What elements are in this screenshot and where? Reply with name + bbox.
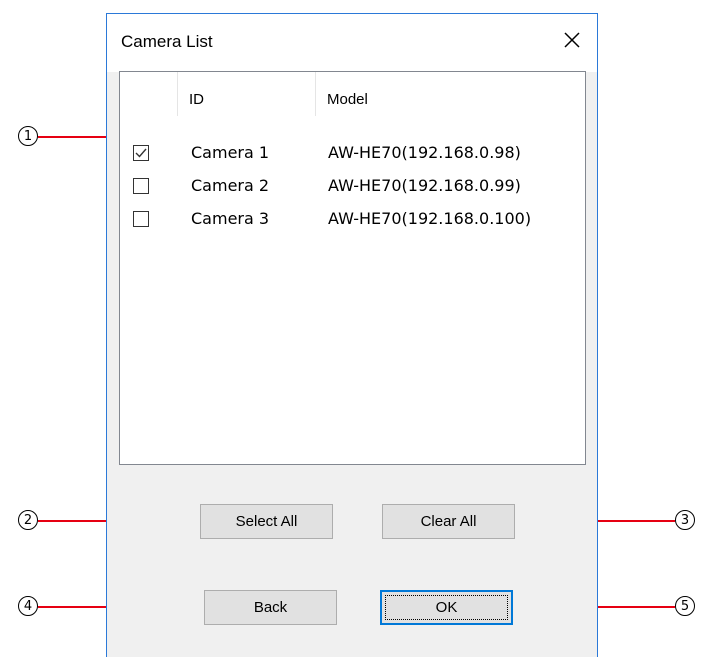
callout-number: 4 xyxy=(18,596,38,616)
callout-number: 3 xyxy=(675,510,695,530)
close-icon xyxy=(564,32,580,48)
camera-model: AW-HE70(192.168.0.100) xyxy=(328,209,532,228)
camera-list-dialog: Camera List ID Model Camera 1 AW-HE70(19… xyxy=(106,13,598,657)
close-button[interactable] xyxy=(555,23,589,57)
ok-button[interactable]: OK xyxy=(380,590,513,625)
checkmark-icon xyxy=(135,148,147,158)
camera-checkbox[interactable] xyxy=(133,145,149,161)
camera-id: Camera 2 xyxy=(191,176,270,195)
camera-id: Camera 1 xyxy=(191,143,270,162)
camera-id: Camera 3 xyxy=(191,209,270,228)
focus-rect xyxy=(385,595,508,620)
camera-checkbox[interactable] xyxy=(133,211,149,227)
select-all-button[interactable]: Select All xyxy=(200,504,333,539)
back-button[interactable]: Back xyxy=(204,590,337,625)
column-header-model[interactable]: Model xyxy=(327,91,368,108)
callout-number: 1 xyxy=(18,126,38,146)
dialog-title: Camera List xyxy=(121,32,213,51)
column-divider xyxy=(315,72,316,116)
camera-checkbox[interactable] xyxy=(133,178,149,194)
list-item[interactable]: Camera 3 AW-HE70(192.168.0.100) xyxy=(120,209,585,235)
column-divider xyxy=(177,72,178,116)
list-item[interactable]: Camera 2 AW-HE70(192.168.0.99) xyxy=(120,176,585,202)
column-header-id[interactable]: ID xyxy=(189,91,204,108)
callout-number: 5 xyxy=(675,596,695,616)
clear-all-button[interactable]: Clear All xyxy=(382,504,515,539)
camera-model: AW-HE70(192.168.0.99) xyxy=(328,176,521,195)
title-bar: Camera List xyxy=(107,14,597,72)
camera-list[interactable]: ID Model Camera 1 AW-HE70(192.168.0.98) … xyxy=(119,71,586,465)
callout-number: 2 xyxy=(18,510,38,530)
camera-model: AW-HE70(192.168.0.98) xyxy=(328,143,521,162)
list-item[interactable]: Camera 1 AW-HE70(192.168.0.98) xyxy=(120,143,585,169)
